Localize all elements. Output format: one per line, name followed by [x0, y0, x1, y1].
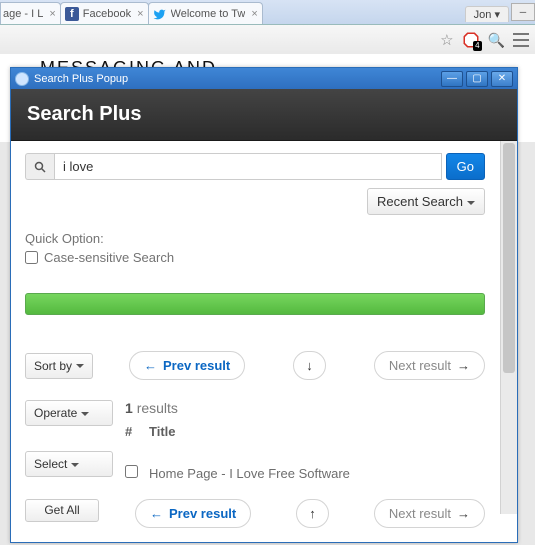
- get-all-tabs-button[interactable]: Get All: [25, 499, 99, 522]
- search-input[interactable]: [54, 153, 442, 180]
- arrow-down-icon: ↓: [306, 358, 313, 373]
- menu-icon[interactable]: [513, 33, 529, 47]
- progress-bar: [25, 293, 485, 315]
- arrow-right-icon: →: [457, 506, 470, 521]
- search-icon: [25, 153, 54, 180]
- bookmark-star-icon[interactable]: ☆: [440, 31, 453, 49]
- quick-option-label: Quick Option:: [25, 231, 485, 246]
- popup-header: Search Plus: [11, 89, 517, 141]
- select-button[interactable]: Select: [25, 451, 113, 477]
- close-icon[interactable]: ×: [251, 8, 257, 20]
- recent-search-button[interactable]: Recent Search: [367, 188, 485, 215]
- next-result-button[interactable]: Next result→: [374, 351, 485, 380]
- col-title: Title: [149, 424, 176, 439]
- browser-tab[interactable]: f Facebook ×: [60, 2, 149, 25]
- prev-result-button[interactable]: ←Prev result: [135, 499, 251, 528]
- row-title: Home Page - I Love Free Software: [149, 466, 350, 481]
- popup-maximize-icon[interactable]: ▢: [466, 71, 488, 87]
- tab-label: Welcome to Tw: [171, 8, 246, 20]
- arrow-left-icon: ←: [150, 506, 163, 521]
- go-button[interactable]: Go: [446, 153, 485, 180]
- window-minimize-icon[interactable]: ─: [511, 3, 535, 21]
- popup-titlebar[interactable]: Search Plus Popup — ▢ ✕: [11, 68, 517, 89]
- tab-label: Facebook: [83, 8, 131, 20]
- browser-toolbar: ☆ 4 🔍: [0, 25, 535, 56]
- down-button[interactable]: ↓: [293, 351, 326, 380]
- results-table-header: # Title: [125, 424, 485, 439]
- tab-label: age - I L: [3, 8, 43, 20]
- case-sensitive-label: Case-sensitive Search: [44, 250, 174, 265]
- zoom-icon[interactable]: 🔍: [488, 32, 505, 49]
- arrow-right-icon: →: [457, 358, 470, 373]
- arrow-left-icon: ←: [144, 358, 157, 373]
- up-button[interactable]: ↑: [296, 499, 329, 528]
- sort-by-button[interactable]: Sort by: [25, 353, 93, 379]
- profile-button[interactable]: Jon ▾: [465, 6, 509, 22]
- case-sensitive-row[interactable]: Case-sensitive Search: [25, 250, 485, 265]
- col-hash: #: [125, 424, 149, 439]
- search-plus-popup: Search Plus Popup — ▢ ✕ Search Plus Go R…: [10, 67, 518, 543]
- row-checkbox[interactable]: [125, 465, 138, 478]
- popup-close-icon[interactable]: ✕: [491, 71, 513, 87]
- prev-result-button[interactable]: ←Prev result: [129, 351, 245, 380]
- facebook-icon: f: [65, 7, 79, 21]
- popup-scrollbar[interactable]: [500, 141, 517, 514]
- adblock-count: 4: [473, 41, 481, 51]
- popup-title: Search Plus Popup: [34, 73, 128, 85]
- browser-tabstrip: age - I L × f Facebook × Welcome to Tw ×…: [0, 0, 535, 25]
- table-row[interactable]: Home Page - I Love Free Software: [125, 465, 485, 481]
- browser-tab[interactable]: age - I L ×: [0, 2, 61, 25]
- close-icon[interactable]: ×: [49, 8, 55, 20]
- popup-app-icon: [15, 72, 29, 86]
- popup-minimize-icon[interactable]: —: [441, 71, 463, 87]
- operate-button[interactable]: Operate: [25, 400, 113, 426]
- results-count: 1 results: [125, 400, 485, 416]
- case-sensitive-checkbox[interactable]: [25, 251, 38, 264]
- twitter-icon: [153, 7, 167, 21]
- next-result-button[interactable]: Next result→: [374, 499, 485, 528]
- close-icon[interactable]: ×: [137, 8, 143, 20]
- adblock-icon[interactable]: 4: [462, 31, 480, 49]
- popup-header-title: Search Plus: [27, 103, 142, 125]
- arrow-up-icon: ↑: [309, 506, 316, 521]
- browser-tab[interactable]: Welcome to Tw ×: [148, 2, 263, 25]
